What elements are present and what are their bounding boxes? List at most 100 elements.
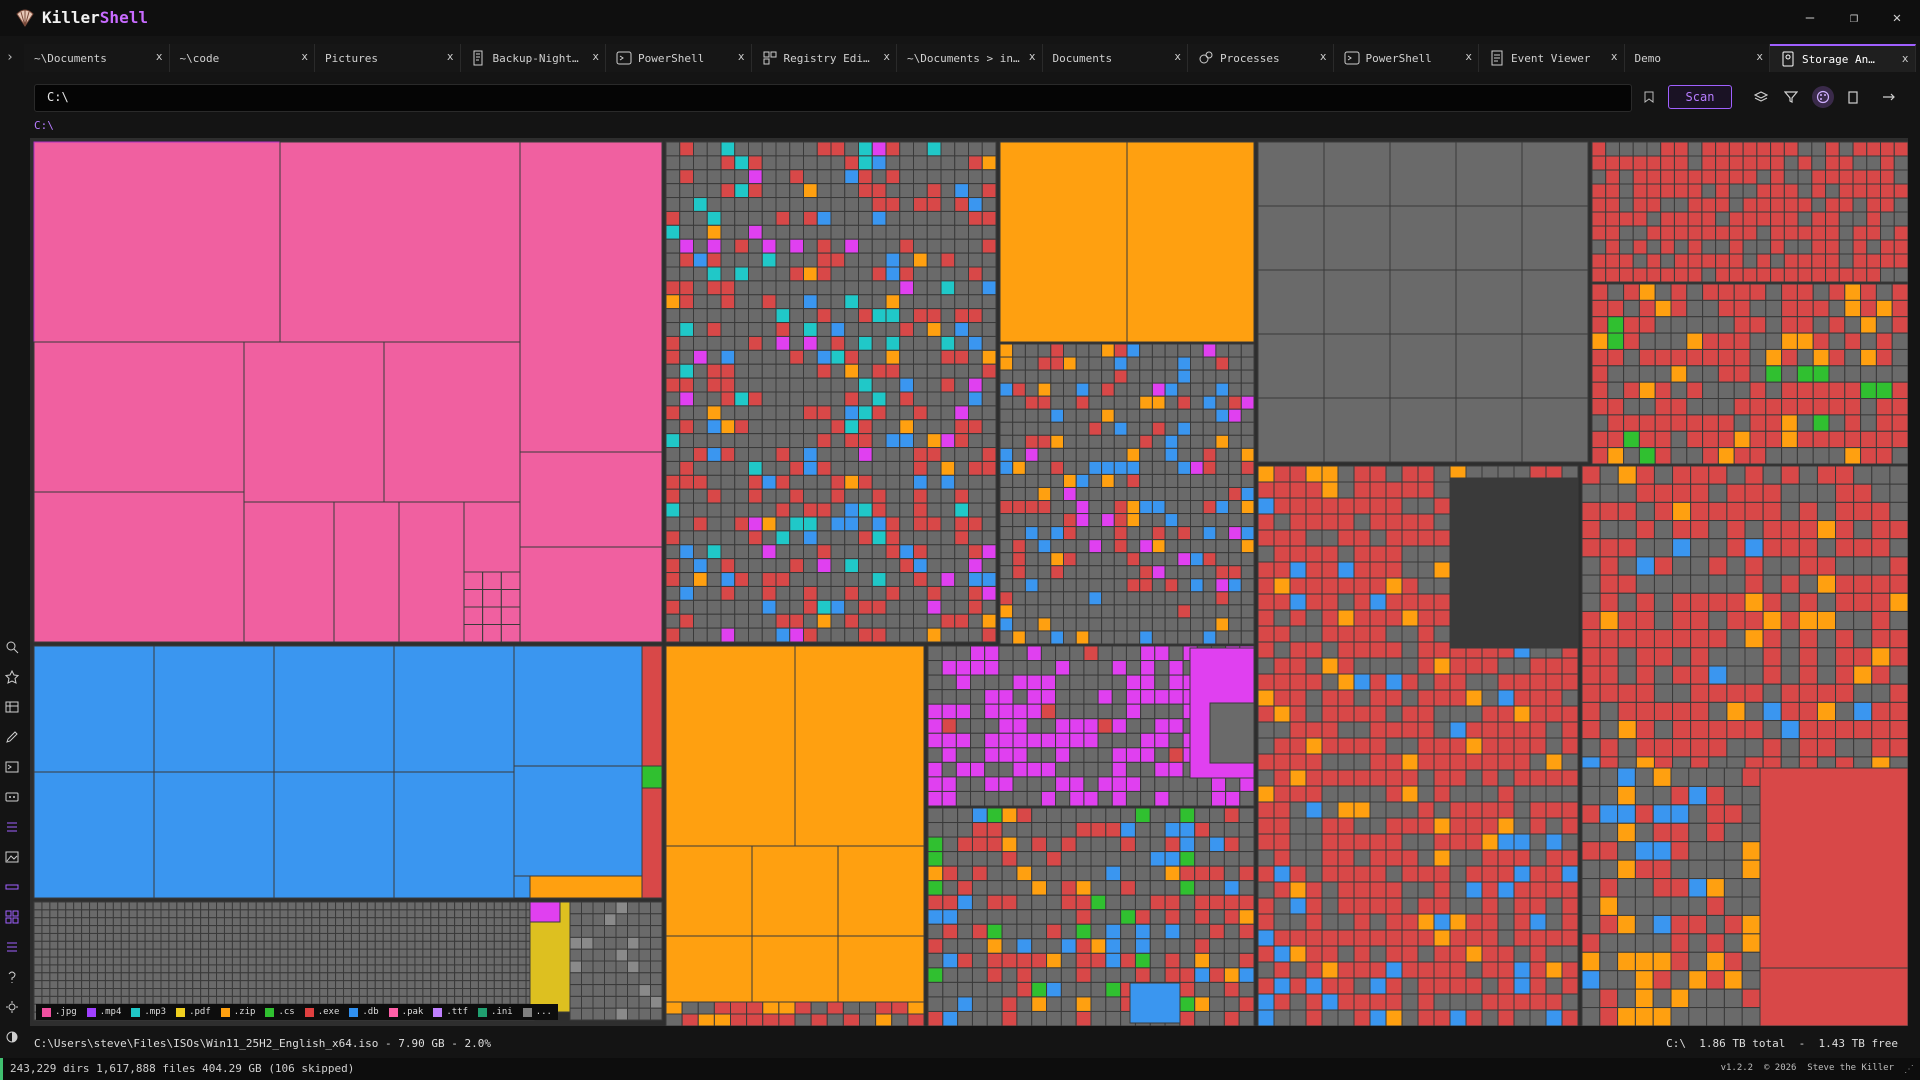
file-other[interactable] [208, 932, 218, 942]
file-mixed[interactable] [858, 585, 873, 601]
file-mixed[interactable] [1744, 538, 1764, 558]
file-other[interactable] [430, 972, 440, 982]
file-mixed[interactable] [1825, 211, 1840, 227]
file-mixed[interactable] [1726, 701, 1746, 722]
file-mixed[interactable] [1653, 683, 1674, 703]
file-mixed[interactable] [871, 349, 887, 365]
file-mixed[interactable] [1385, 897, 1403, 915]
file-mixed[interactable] [1860, 316, 1877, 334]
file-mixed[interactable] [968, 141, 983, 157]
file-mixed[interactable] [1126, 369, 1141, 384]
file-mixed[interactable] [665, 183, 681, 199]
file-other[interactable] [192, 980, 202, 990]
file-mixed[interactable] [1417, 769, 1435, 787]
file-mixed[interactable] [1797, 267, 1813, 283]
file-mixed[interactable] [1001, 1010, 1018, 1026]
file-zip[interactable] [665, 645, 796, 847]
file-mixed[interactable] [1031, 996, 1048, 1012]
file-mixed[interactable] [1781, 316, 1798, 334]
file-mixed[interactable] [981, 335, 997, 351]
file-mixed[interactable] [1238, 880, 1255, 896]
file-mixed[interactable] [871, 183, 887, 199]
file-mixed[interactable] [665, 224, 681, 240]
tab-close-icon[interactable]: x [156, 50, 163, 63]
file-other[interactable] [176, 988, 186, 997]
file-mixed[interactable] [940, 197, 956, 212]
file-mixed[interactable] [761, 252, 777, 268]
file-mixed[interactable] [955, 689, 972, 705]
file-mixed[interactable] [940, 363, 956, 379]
file-mixed[interactable] [1581, 483, 1601, 503]
file-mixed[interactable] [941, 645, 957, 662]
file-mixed[interactable] [1154, 718, 1170, 734]
file-mixed[interactable] [1289, 609, 1307, 627]
file-mixed[interactable] [1305, 561, 1323, 579]
file-mixed[interactable] [1617, 647, 1637, 667]
file-mixed[interactable] [816, 405, 832, 421]
file-mixed[interactable] [1417, 721, 1435, 739]
file-mixed[interactable] [1706, 822, 1725, 843]
file-mixed[interactable] [858, 210, 873, 226]
file-mixed[interactable] [1001, 938, 1018, 954]
file-mixed[interactable] [1139, 552, 1153, 567]
file-mixed[interactable] [999, 591, 1014, 606]
file-mixed[interactable] [913, 447, 928, 462]
file-other[interactable] [343, 940, 352, 950]
file-mixed[interactable] [748, 585, 763, 601]
file-mixed[interactable] [1289, 481, 1307, 499]
file-mixed[interactable] [1305, 769, 1323, 787]
file-mixed[interactable] [1337, 705, 1355, 723]
file-mixed[interactable] [1154, 703, 1170, 720]
file-mixed[interactable] [1783, 253, 1799, 269]
file-mixed[interactable] [844, 558, 859, 574]
file-other[interactable] [303, 980, 313, 990]
file-mixed[interactable] [1591, 316, 1609, 334]
file-mixed[interactable] [1179, 894, 1196, 911]
file-mixed[interactable] [1581, 683, 1601, 703]
file-mixed[interactable] [1190, 526, 1204, 541]
file-mixed[interactable] [1101, 421, 1115, 436]
file-mixed[interactable] [981, 280, 997, 296]
file-mixed[interactable] [1337, 657, 1355, 675]
file-mixed[interactable] [1670, 316, 1688, 334]
file-mixed[interactable] [1257, 529, 1275, 547]
file-mixed[interactable] [1529, 817, 1547, 835]
file-other[interactable] [517, 901, 527, 911]
file-other[interactable] [374, 909, 384, 919]
file-mixed[interactable] [1545, 993, 1563, 1011]
file-mixed[interactable] [899, 516, 914, 532]
file-mixed[interactable] [720, 224, 736, 240]
file-mixed[interactable] [954, 572, 969, 587]
file-other[interactable] [350, 932, 360, 942]
file-other[interactable] [1257, 205, 1325, 271]
file-mixed[interactable] [940, 335, 956, 351]
file-mixed[interactable] [1016, 981, 1033, 998]
file-mixed[interactable] [1154, 689, 1170, 705]
file-mixed[interactable] [1223, 865, 1240, 882]
file-other[interactable] [192, 948, 202, 958]
file-jpg[interactable] [398, 501, 465, 643]
file-mixed[interactable] [1289, 977, 1307, 995]
file-mixed[interactable] [1835, 574, 1855, 594]
file-mixed[interactable] [1741, 878, 1761, 898]
file-mixed[interactable] [1305, 977, 1323, 995]
file-mixed[interactable] [1690, 574, 1710, 594]
file-other[interactable] [279, 988, 289, 997]
file-mixed[interactable] [1889, 574, 1908, 594]
file-mixed[interactable] [1305, 817, 1323, 835]
file-mixed[interactable] [1465, 945, 1483, 963]
file-mixed[interactable] [1105, 851, 1122, 867]
file-mixed[interactable] [1083, 790, 1099, 807]
file-mixed[interactable] [1581, 896, 1601, 916]
file-mixed[interactable] [1742, 253, 1758, 269]
file-other[interactable] [462, 956, 472, 966]
file-mixed[interactable] [1139, 486, 1153, 502]
file-mixed[interactable] [803, 391, 818, 407]
file-other[interactable] [152, 909, 162, 919]
file-mixed[interactable] [968, 183, 983, 199]
file-jpg[interactable] [482, 606, 502, 625]
file-mixed[interactable] [1465, 769, 1483, 787]
file-mixed[interactable] [1202, 382, 1217, 397]
file-mixed[interactable] [1672, 574, 1692, 594]
file-mixed[interactable] [775, 141, 791, 157]
